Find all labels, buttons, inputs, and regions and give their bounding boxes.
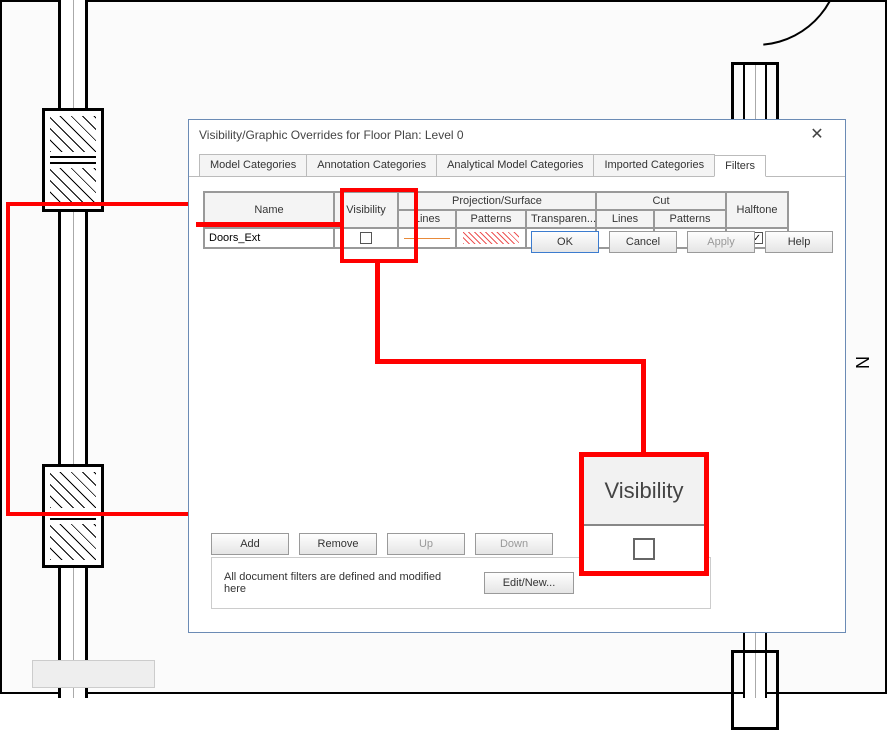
ok-button[interactable]: OK	[531, 231, 599, 253]
visibility-checkbox[interactable]	[360, 232, 372, 244]
tab-annotation-categories[interactable]: Annotation Categories	[306, 154, 437, 176]
add-button[interactable]: Add	[211, 533, 289, 555]
col-cut-patterns[interactable]: Patterns	[654, 210, 726, 228]
col-halftone[interactable]: Halftone	[726, 192, 788, 228]
dialog-title: Visibility/Graphic Overrides for Floor P…	[197, 120, 797, 150]
visibility-zoom-callout: Visibility	[579, 452, 709, 576]
edit-new-button[interactable]: Edit/New...	[484, 572, 574, 594]
hint-text: All document filters are defined and mod…	[224, 571, 444, 595]
apply-button[interactable]: Apply	[687, 231, 755, 253]
filter-projection-lines-cell[interactable]	[398, 228, 456, 248]
tab-model-categories[interactable]: Model Categories	[199, 154, 307, 176]
col-projection-patterns[interactable]: Patterns	[456, 210, 526, 228]
tab-imported-categories[interactable]: Imported Categories	[593, 154, 715, 176]
tab-strip: Model Categories Annotation Categories A…	[189, 150, 845, 177]
zoom-checkbox-cell	[584, 526, 704, 571]
col-cut-lines[interactable]: Lines	[596, 210, 654, 228]
wall-joint-bottom	[42, 464, 104, 568]
tab-analytical-model-categories[interactable]: Analytical Model Categories	[436, 154, 594, 176]
down-button[interactable]: Down	[475, 533, 553, 555]
dialog-footer: OK Cancel Apply Help	[531, 231, 833, 253]
filter-name-cell[interactable]: Doors_Ext	[204, 228, 334, 248]
cancel-button[interactable]: Cancel	[609, 231, 677, 253]
remove-button[interactable]: Remove	[299, 533, 377, 555]
wall-joint-right-bottom	[731, 650, 779, 730]
tab-filters[interactable]: Filters	[714, 155, 766, 177]
zoom-checkbox	[633, 538, 655, 560]
status-bar-fragment	[32, 660, 155, 688]
col-projection-lines[interactable]: Lines	[398, 210, 456, 228]
pattern-override-sample	[463, 232, 519, 244]
north-indicator: N	[853, 356, 874, 369]
zoom-label: Visibility	[584, 457, 704, 526]
dialog-titlebar[interactable]: Visibility/Graphic Overrides for Floor P…	[189, 120, 845, 150]
visibility-graphics-dialog: Visibility/Graphic Overrides for Floor P…	[188, 119, 846, 633]
col-cut[interactable]: Cut	[596, 192, 726, 210]
close-icon[interactable]: ✕	[797, 120, 837, 150]
filter-visibility-cell[interactable]	[334, 228, 398, 248]
filter-buttons: Add Remove Up Down	[211, 533, 553, 555]
col-name[interactable]: Name	[204, 192, 334, 228]
filter-projection-patterns-cell[interactable]	[456, 228, 526, 248]
help-button[interactable]: Help	[765, 231, 833, 253]
col-visibility[interactable]: Visibility	[334, 192, 398, 228]
col-projection-surface[interactable]: Projection/Surface	[398, 192, 596, 210]
col-projection-transparency[interactable]: Transparen...	[526, 210, 596, 228]
up-button[interactable]: Up	[387, 533, 465, 555]
wall-left	[58, 0, 88, 698]
line-override-sample	[404, 238, 450, 239]
wall-joint-top	[42, 108, 104, 212]
